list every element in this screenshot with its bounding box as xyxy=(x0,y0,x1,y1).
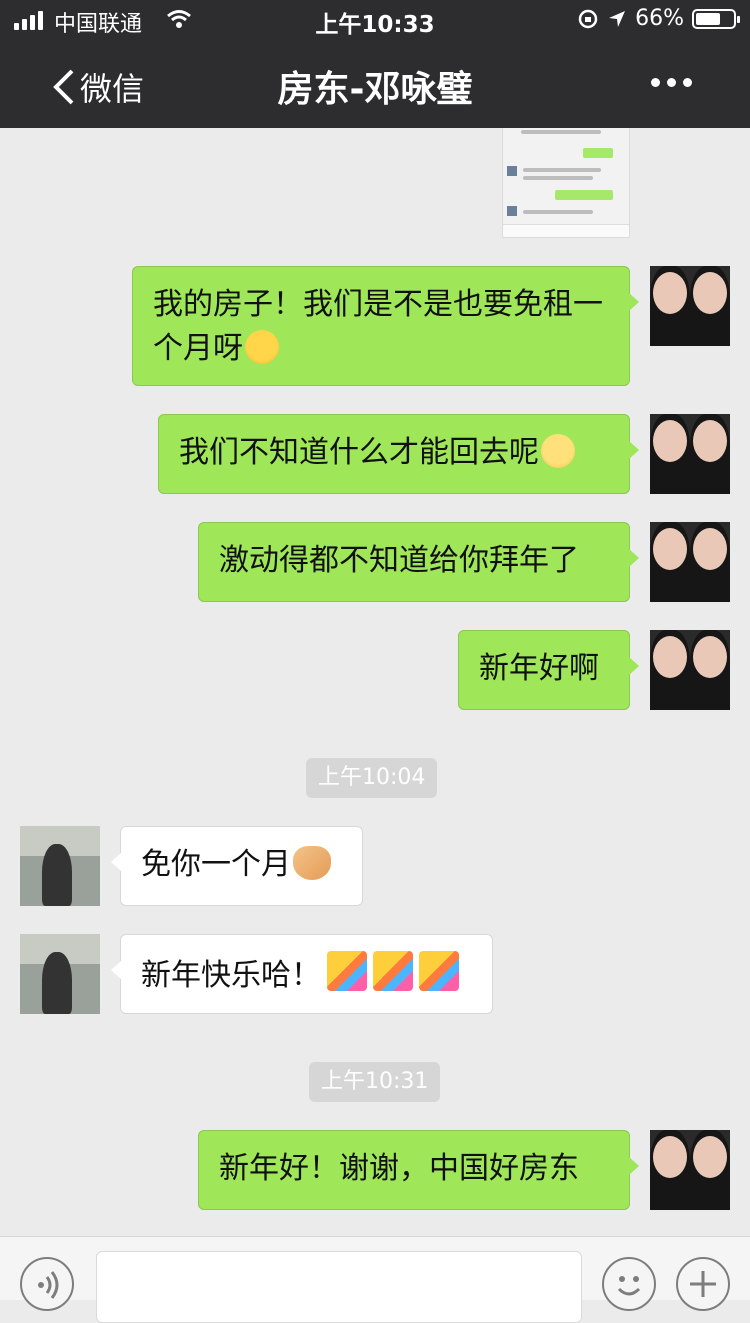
plus-glyph xyxy=(690,1271,716,1297)
message-bubble[interactable]: 新年好！谢谢，中国好房东 xyxy=(198,1130,639,1210)
message-text: 新年快乐哈！ xyxy=(141,958,321,993)
smiley-glyph xyxy=(617,1276,641,1296)
avatar[interactable] xyxy=(20,934,100,1014)
message-input[interactable] xyxy=(96,1251,582,1323)
more-dots-icon[interactable] xyxy=(651,78,692,87)
message-text: 新年好！谢谢，中国好房东 xyxy=(219,1151,579,1186)
top-bar: 中国联通 上午10:33 66% 微信 房东-邓咏璧 xyxy=(0,0,750,128)
voice-icon[interactable] xyxy=(20,1257,74,1311)
message-text: 我们不知道什么才能回去呢 xyxy=(179,435,539,470)
avatar[interactable] xyxy=(20,826,100,906)
plus-icon[interactable] xyxy=(676,1257,730,1311)
sad-emoji xyxy=(541,434,575,468)
input-bar xyxy=(0,1236,750,1323)
rotation-lock-icon xyxy=(578,9,598,28)
status-right: 66% xyxy=(577,6,740,31)
message-bubble[interactable]: 激动得都不知道给你拜年了 xyxy=(198,522,639,602)
laugh-emoji xyxy=(245,330,279,364)
battery-icon xyxy=(692,8,740,29)
handshake-emoji xyxy=(293,846,331,880)
message-text: 免你一个月 xyxy=(141,847,291,882)
timestamp: 上午10:31 xyxy=(309,1062,441,1102)
message-bubble[interactable]: 新年好啊 xyxy=(458,630,639,710)
message-text: 激动得都不知道给你拜年了 xyxy=(219,543,579,578)
avatar[interactable] xyxy=(650,414,730,494)
avatar[interactable] xyxy=(650,522,730,602)
party-popper-emoji xyxy=(373,951,413,991)
avatar[interactable] xyxy=(650,630,730,710)
party-popper-emoji xyxy=(419,951,459,991)
image-message-thumbnail[interactable] xyxy=(502,128,630,238)
message-text: 我的房子！我们是不是也要免租一个月呀 xyxy=(153,287,603,366)
party-popper-emoji xyxy=(327,951,367,991)
message-bubble[interactable]: 我们不知道什么才能回去呢 xyxy=(158,414,639,494)
location-arrow-icon xyxy=(609,10,626,27)
voice-wave-glyph xyxy=(38,1271,59,1299)
message-text: 新年好啊 xyxy=(479,651,599,686)
message-bubble[interactable]: 我的房子！我们是不是也要免租一个月呀 xyxy=(132,266,639,386)
timestamp: 上午10:04 xyxy=(306,758,438,798)
emoji-icon[interactable] xyxy=(602,1257,656,1311)
battery-percent: 66% xyxy=(635,6,684,31)
avatar[interactable] xyxy=(650,1130,730,1210)
avatar[interactable] xyxy=(650,266,730,346)
status-bar: 中国联通 上午10:33 66% xyxy=(0,0,750,42)
chat-title: 房东-邓咏璧 xyxy=(277,69,473,110)
message-bubble[interactable]: 免你一个月 xyxy=(111,826,363,906)
message-bubble[interactable]: 新年快乐哈！ xyxy=(111,934,493,1014)
